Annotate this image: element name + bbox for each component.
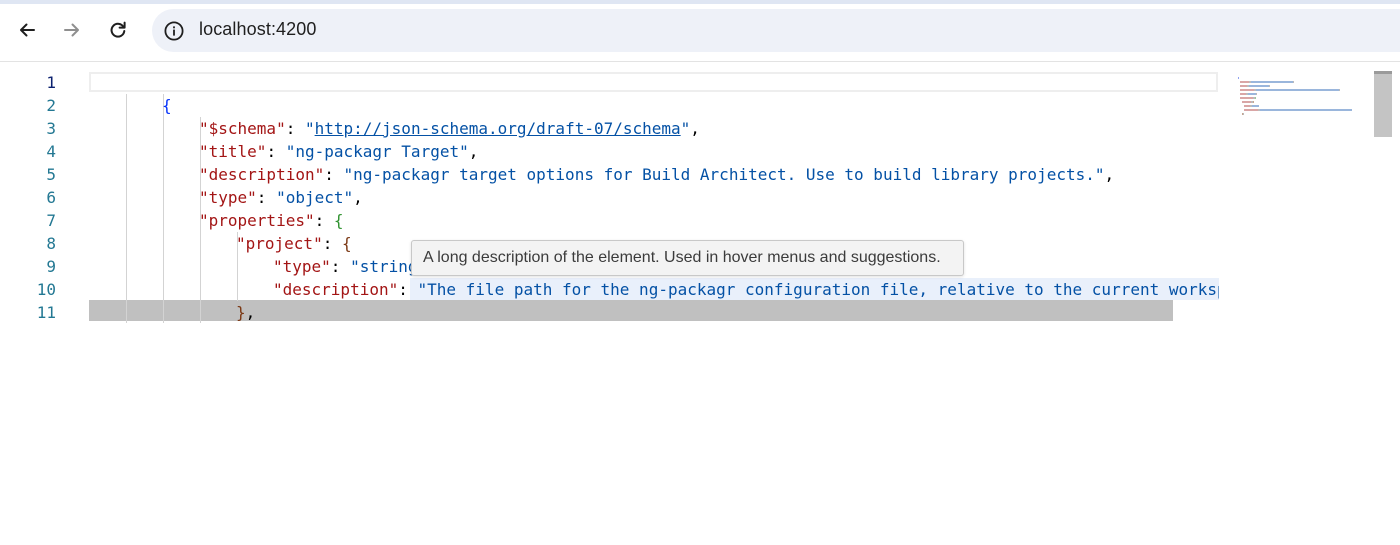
line-number: 6 <box>46 188 56 207</box>
code-line[interactable]: "description": "The file path for the ng… <box>273 278 1219 301</box>
code-token: } <box>236 303 246 322</box>
code-token: "title" <box>199 142 267 161</box>
line-number-gutter: 1 2 3 4 5 6 7 8 9 10 11 <box>0 71 70 323</box>
indent-guide <box>163 94 164 323</box>
code-token: "project" <box>236 234 323 253</box>
code-token: "description" <box>199 165 325 184</box>
line-number: 4 <box>46 142 56 161</box>
minimap-token <box>1244 109 1258 111</box>
code-token: : <box>285 119 305 138</box>
code-token: "properties" <box>199 211 315 230</box>
code-line[interactable]: "properties": { <box>199 209 344 232</box>
forward-button[interactable] <box>56 14 88 46</box>
code-token: : <box>322 234 342 253</box>
minimap-token <box>1249 85 1269 87</box>
code-token: "ng-packagr target options for Build Arc… <box>343 165 1105 184</box>
minimap-token <box>1243 113 1244 115</box>
minimap-token <box>1238 77 1239 79</box>
code-line[interactable]: "$schema": "http://json-schema.org/draft… <box>199 117 700 140</box>
code-token: "ng-packagr Target" <box>285 142 469 161</box>
indent-guide <box>126 94 127 323</box>
code-link[interactable]: http://json-schema.org/draft-07/schema <box>315 119 681 138</box>
line-number: 8 <box>46 234 56 253</box>
scrollbar-top-shadow <box>1374 71 1392 74</box>
minimap-token <box>1255 97 1256 99</box>
line-number: 10 <box>36 280 56 299</box>
line-number: 5 <box>46 165 56 184</box>
code-line[interactable]: "type": "object", <box>199 186 363 209</box>
minimap-token <box>1339 89 1340 91</box>
minimap-token <box>1240 81 1249 83</box>
code-token: "object" <box>276 188 354 207</box>
code-token: "$schema" <box>199 119 286 138</box>
minimap[interactable] <box>1232 71 1372 323</box>
code-token: : <box>330 257 351 276</box>
vertical-scrollbar-thumb[interactable] <box>1374 71 1392 137</box>
hover-tooltip: A long description of the element. Used … <box>411 240 964 276</box>
reload-icon <box>110 21 126 38</box>
code-editor[interactable]: 1 2 3 4 5 6 7 8 9 10 11 { "$schema": "http://json-s… <box>0 71 1400 323</box>
current-line-highlight <box>89 72 1218 92</box>
minimap-token <box>1252 105 1259 107</box>
code-token: "The file path for the ng-packagr config… <box>417 280 1220 299</box>
code-line[interactable]: "title": "ng-packagr Target", <box>199 140 478 163</box>
minimap-token <box>1293 81 1294 83</box>
code-token: , <box>1104 165 1115 184</box>
code-token: , <box>245 303 256 322</box>
code-line[interactable]: }, <box>236 301 255 323</box>
minimap-token <box>1242 101 1251 103</box>
code-token: , <box>468 142 479 161</box>
code-token: : <box>324 165 344 184</box>
info-circle-icon[interactable] <box>163 20 185 42</box>
code-token: , <box>690 119 700 138</box>
minimap-token <box>1240 85 1247 87</box>
code-line[interactable]: "type": "string <box>273 255 418 278</box>
line-number: 2 <box>46 96 56 115</box>
code-token: "string <box>350 257 418 276</box>
browser-toolbar: localhost:4200 <box>0 0 1400 62</box>
minimap-token <box>1260 109 1352 111</box>
line-number: 9 <box>46 257 56 276</box>
reload-button[interactable] <box>102 14 134 46</box>
code-token: { <box>162 96 172 115</box>
url-text[interactable]: localhost:4200 <box>199 19 317 40</box>
code-token: { <box>341 234 352 253</box>
code-token: : <box>266 142 286 161</box>
address-bar[interactable]: localhost:4200 <box>152 9 1400 52</box>
code-token: " <box>680 119 691 138</box>
back-button[interactable] <box>11 14 43 46</box>
minimap-token <box>1256 89 1339 91</box>
minimap-token <box>1240 89 1254 91</box>
code-token: : <box>398 280 418 299</box>
code-line[interactable]: "project": { <box>236 232 352 255</box>
line-number: 1 <box>46 73 56 92</box>
tab-strip-edge <box>0 0 1400 4</box>
minimap-token <box>1248 93 1256 95</box>
code-token: : <box>256 188 277 207</box>
line-number: 3 <box>46 119 56 138</box>
code-token: : <box>314 211 334 230</box>
code-token: "type" <box>273 257 331 276</box>
code-line[interactable]: "description": "ng-packagr target option… <box>199 163 1114 186</box>
minimap-token <box>1256 93 1257 95</box>
code-token: " <box>304 119 315 138</box>
code-token: "description" <box>273 280 399 299</box>
editor-text-area[interactable]: { "$schema": "http://json-schema.org/draf… <box>89 71 1219 323</box>
minimap-token <box>1269 85 1270 87</box>
code-token: { <box>333 211 344 230</box>
minimap-token <box>1240 97 1253 99</box>
line-number: 11 <box>36 303 56 322</box>
line-number: 7 <box>46 211 56 230</box>
code-token: , <box>353 188 363 207</box>
arrow-left-icon <box>20 23 35 37</box>
code-line[interactable]: { <box>162 94 172 117</box>
arrow-right-icon <box>64 23 79 37</box>
minimap-token <box>1252 81 1292 83</box>
code-token: "type" <box>199 188 257 207</box>
minimap-token <box>1253 101 1254 103</box>
